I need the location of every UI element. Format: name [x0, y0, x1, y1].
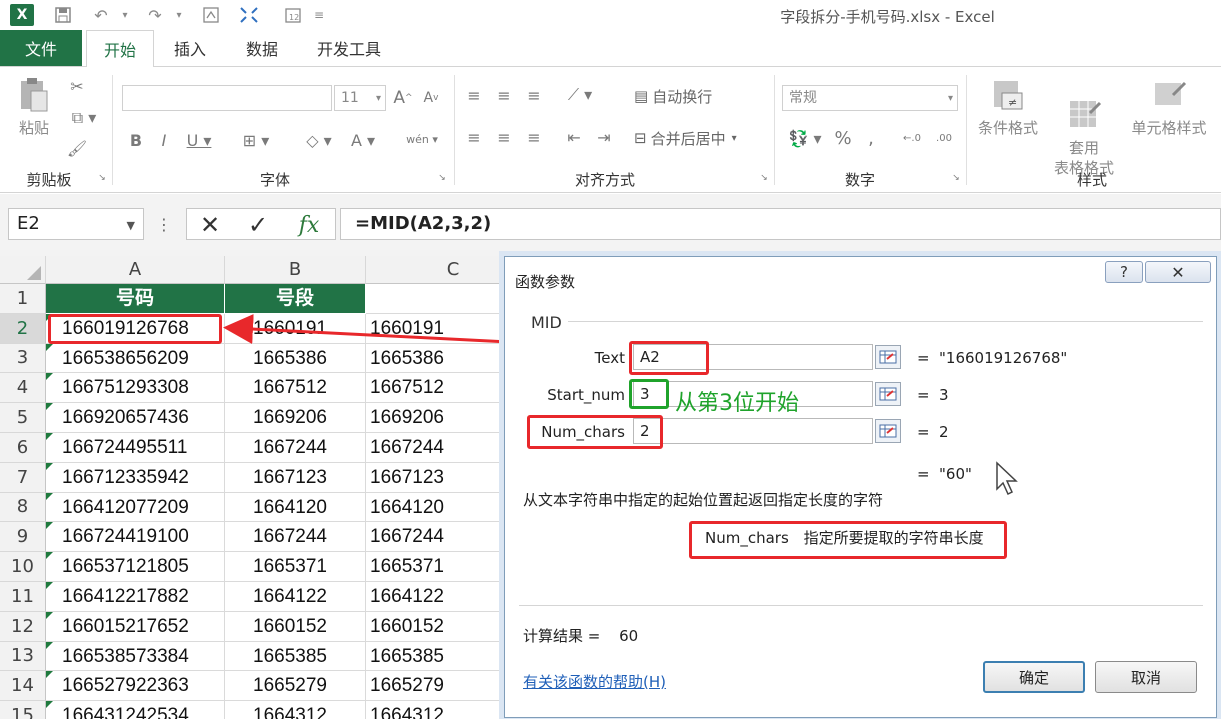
start-num-arg-result: 3 — [939, 386, 949, 404]
text-arg-highlight — [629, 341, 709, 375]
param-desc-highlight — [689, 521, 1007, 559]
dialog-title: 函数参数 — [515, 273, 576, 291]
start-num-arg-picker-icon[interactable] — [875, 382, 901, 406]
function-description: 从文本字符串中指定的起始位置起返回指定长度的字符 — [523, 491, 884, 509]
tab-home[interactable]: 开始 — [86, 30, 154, 67]
start-hint-annotation: 从第3位开始 — [675, 391, 799, 416]
dialog-help-button[interactable]: ? — [1105, 261, 1143, 283]
num-chars-arg-eq: = — [917, 423, 930, 441]
start-num-arg-label: Start_num — [547, 386, 625, 404]
formula-result-preview: "60" — [939, 465, 972, 483]
text-arg-eq: = — [917, 349, 930, 367]
mouse-cursor-icon — [996, 461, 1018, 496]
ok-button[interactable]: 确定 — [983, 661, 1085, 693]
cancel-button[interactable]: 取消 — [1095, 661, 1197, 693]
function-help-link[interactable]: 有关该函数的帮助(H) — [523, 671, 666, 692]
preview-eq: = — [917, 465, 930, 483]
start-num-arg-eq: = — [917, 386, 930, 404]
calc-result-value: 60 — [619, 627, 639, 645]
function-name-label: MID — [519, 313, 568, 332]
start-num-highlight — [629, 379, 669, 409]
text-arg-label: Text — [594, 349, 625, 367]
calc-result-label: 计算结果 = — [523, 627, 601, 645]
num-chars-arg-picker-icon[interactable] — [875, 419, 901, 443]
num-chars-highlight — [527, 415, 663, 449]
function-arguments-dialog: 函数参数 ? ✕ MID Text A2 = "166019126768" St… — [504, 256, 1217, 718]
num-chars-arg-result: 2 — [939, 423, 949, 441]
calc-result: 计算结果 = 60 — [523, 625, 638, 646]
text-arg-result: "166019126768" — [939, 349, 1068, 367]
dialog-close-button[interactable]: ✕ — [1145, 261, 1211, 283]
num-chars-arg-input[interactable]: 2 — [633, 418, 873, 444]
text-arg-picker-icon[interactable] — [875, 345, 901, 369]
